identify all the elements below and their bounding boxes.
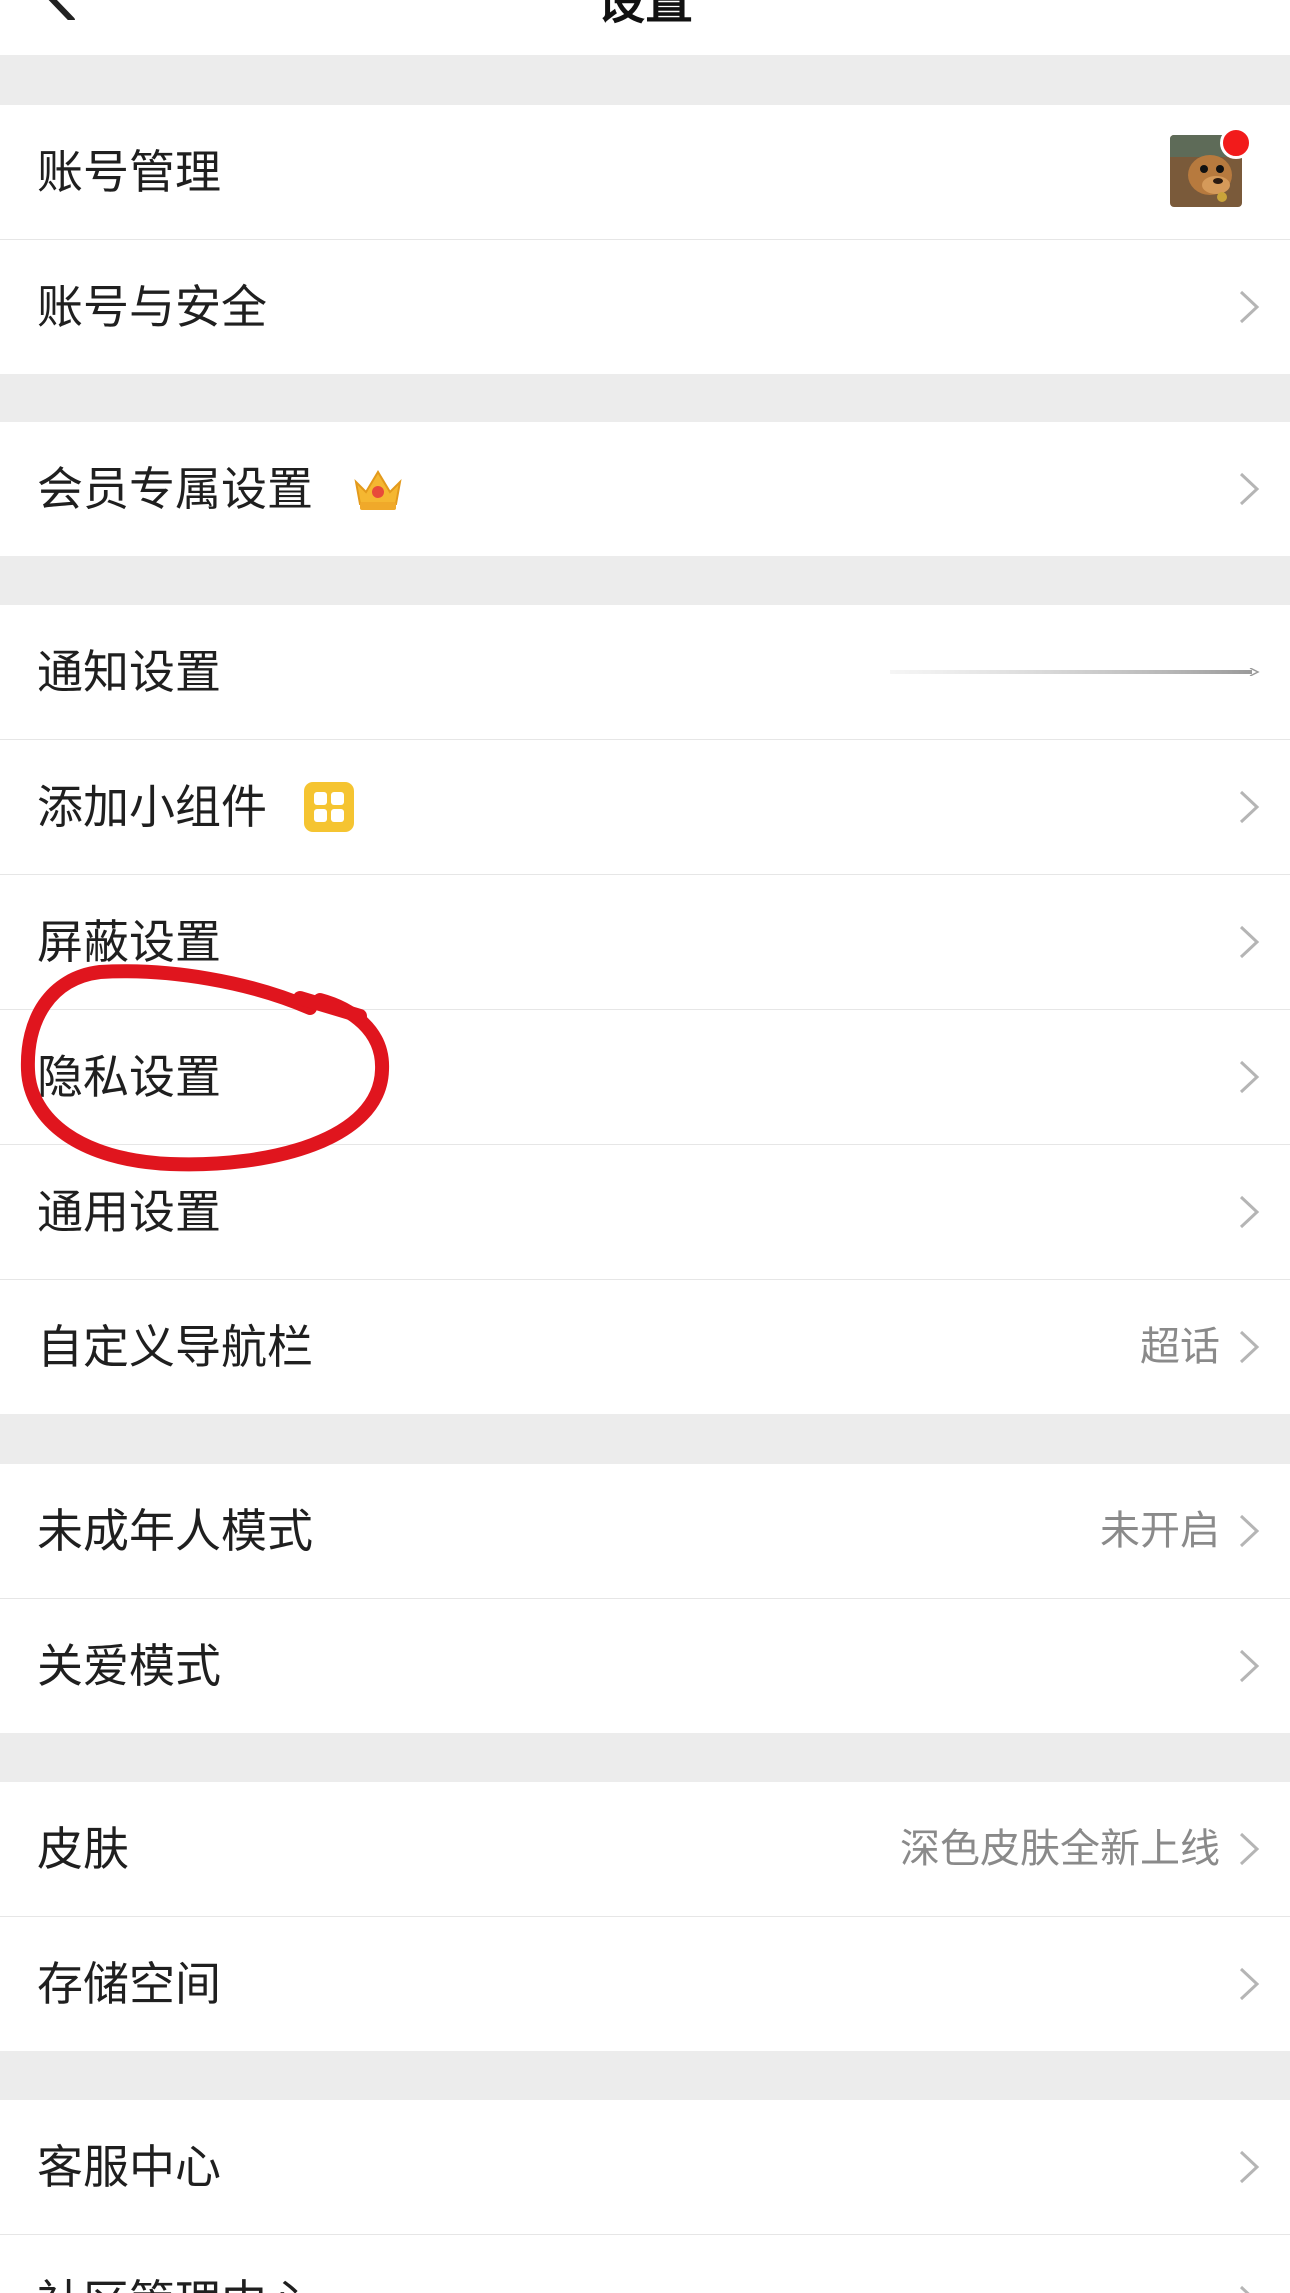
row-label: 未成年人模式: [37, 1504, 313, 1558]
row-customer-service[interactable]: 客服中心: [0, 2100, 1290, 2235]
chevron-right-icon: [1239, 1330, 1260, 1364]
chevron-right-icon: [1239, 472, 1260, 506]
row-notification-settings[interactable]: 通知设置: [0, 605, 1290, 740]
section-support: 客服中心 社区管理中心: [0, 2100, 1290, 2293]
row-storage[interactable]: 存储空间: [0, 1917, 1290, 2051]
row-general-settings[interactable]: 通用设置: [0, 1145, 1290, 1280]
row-privacy-settings[interactable]: 隐私设置: [0, 1010, 1290, 1145]
row-label: 隐私设置: [37, 1050, 221, 1104]
row-vip-settings[interactable]: 会员专属设置: [0, 422, 1290, 556]
chevron-right-icon: [1239, 925, 1260, 959]
chevron-right-icon: [1239, 1514, 1260, 1548]
notification-slider: [890, 668, 1260, 676]
chevron-right-icon: [1239, 1195, 1260, 1229]
chevron-right-icon: [1239, 1060, 1260, 1094]
row-label: 皮肤: [37, 1822, 129, 1876]
row-label: 屏蔽设置: [37, 915, 221, 969]
row-care-mode[interactable]: 关爱模式: [0, 1599, 1290, 1733]
page-title: 设置: [596, 0, 693, 30]
row-label: 添加小组件: [37, 780, 267, 834]
row-label: 存储空间: [37, 1957, 221, 2011]
section-account: 账号管理 账号与安全: [0, 105, 1290, 374]
row-skin[interactable]: 皮肤 深色皮肤全新上线: [0, 1782, 1290, 1917]
row-community-management[interactable]: 社区管理中心: [0, 2235, 1290, 2293]
section-modes: 未成年人模式 未开启 关爱模式: [0, 1464, 1290, 1733]
chevron-right-icon: [1239, 2150, 1260, 2184]
row-add-widget[interactable]: 添加小组件: [0, 740, 1290, 875]
crown-icon: [354, 470, 402, 510]
section-vip: 会员专属设置: [0, 422, 1290, 556]
row-value: 深色皮肤全新上线: [900, 1826, 1220, 1872]
row-block-settings[interactable]: 屏蔽设置: [0, 875, 1290, 1010]
chevron-right-icon: [1239, 1832, 1260, 1866]
section-appearance: 皮肤 深色皮肤全新上线 存储空间: [0, 1782, 1290, 2051]
chevron-right-icon: [1239, 290, 1260, 324]
chevron-right-icon: [1239, 2285, 1250, 2293]
row-label: 关爱模式: [37, 1639, 221, 1693]
notification-dot: [1220, 127, 1252, 159]
section-general: 通知设置 添加小组件 屏蔽设置 隐私设置 通用设置 自定义导航栏 超话: [0, 605, 1290, 1414]
chevron-right-icon: [1239, 1649, 1260, 1683]
row-label: 通知设置: [37, 645, 221, 699]
row-label: 自定义导航栏: [37, 1320, 313, 1374]
row-value: 超话: [1140, 1324, 1220, 1370]
row-label: 通用设置: [37, 1185, 221, 1239]
row-custom-navbar[interactable]: 自定义导航栏 超话: [0, 1280, 1290, 1414]
row-account-manage[interactable]: 账号管理: [0, 105, 1290, 240]
row-minor-mode[interactable]: 未成年人模式 未开启: [0, 1464, 1290, 1599]
row-label: 账号与安全: [37, 280, 267, 334]
row-account-security[interactable]: 账号与安全: [0, 240, 1290, 374]
row-label: 账号管理: [37, 145, 221, 199]
chevron-right-icon: [1239, 1967, 1260, 2001]
widget-grid-icon: [304, 782, 354, 832]
row-label: 客服中心: [37, 2140, 221, 2194]
settings-page: 设置 账号管理 账号与安全 会员专属设置 通知设置 添加小组件 屏蔽设置 隐私设…: [0, 0, 1290, 2293]
chevron-right-icon: [1239, 790, 1260, 824]
row-value: 未开启: [1100, 1508, 1220, 1554]
row-label: 会员专属设置: [37, 462, 313, 516]
row-label: 社区管理中心: [37, 2235, 313, 2293]
nav-bar: 设置: [0, 0, 1290, 55]
